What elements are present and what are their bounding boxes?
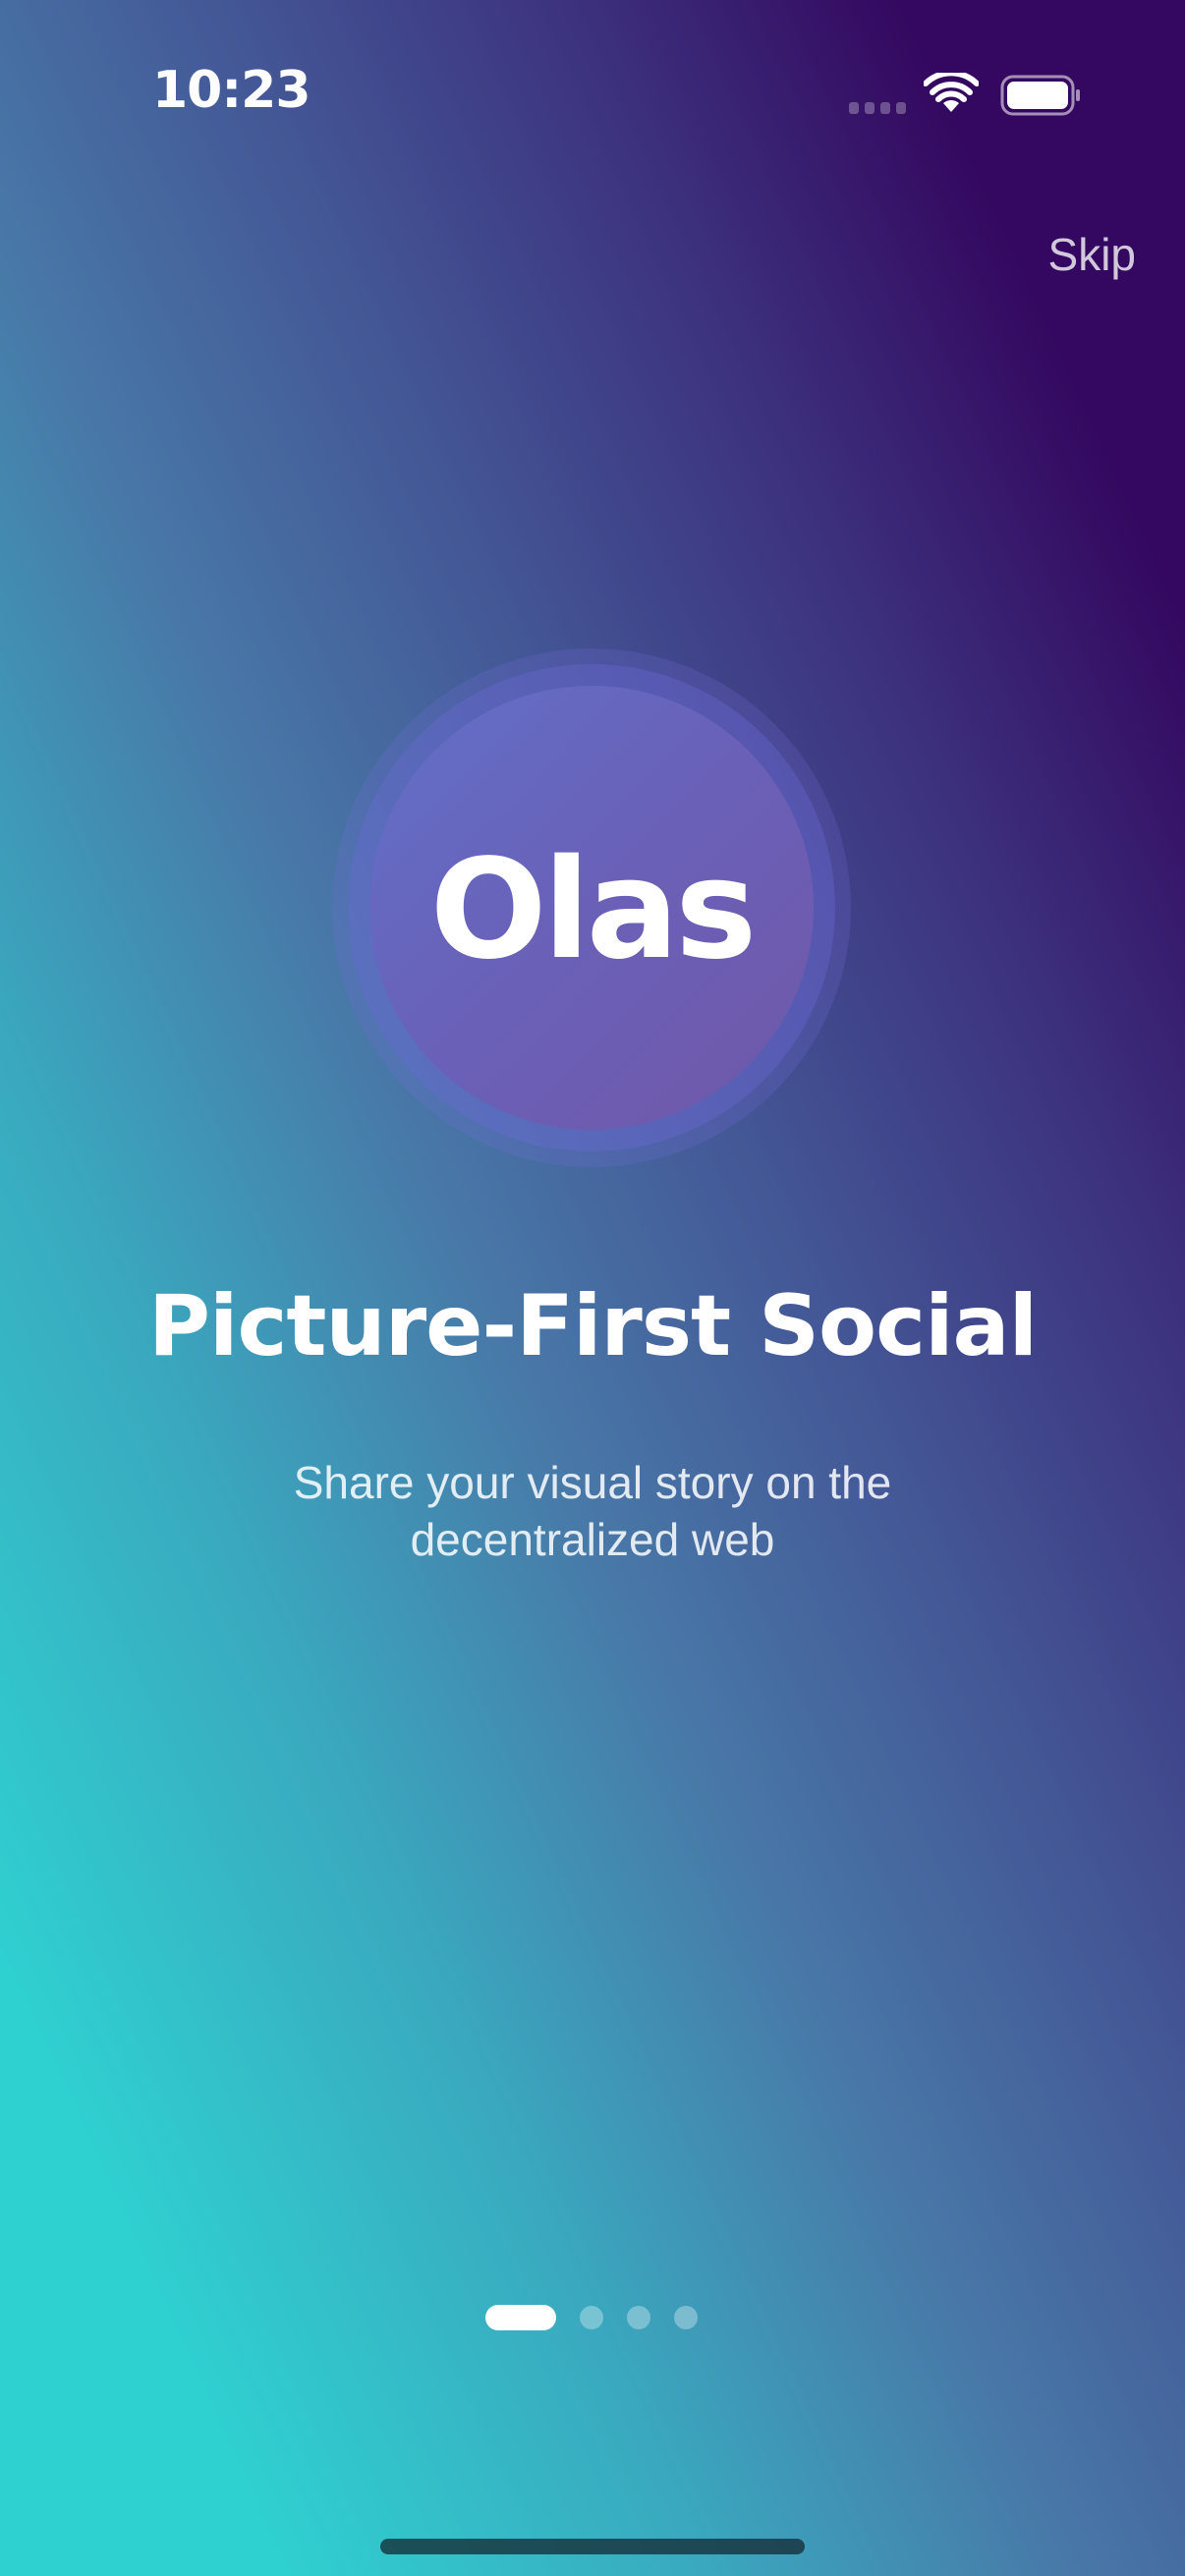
page-subtitle: Share your visual story on the decentral… xyxy=(293,1457,892,1565)
battery-icon xyxy=(1000,75,1080,116)
page-dot-active[interactable] xyxy=(485,2305,556,2330)
page-title: Picture-First Social xyxy=(147,1277,1038,1375)
home-indicator[interactable] xyxy=(380,2539,805,2554)
page-dot[interactable] xyxy=(627,2306,650,2329)
page-dot[interactable] xyxy=(580,2306,603,2329)
signal-icon xyxy=(849,102,906,114)
page-dot[interactable] xyxy=(674,2306,698,2329)
status-bar: 10:23 xyxy=(0,0,1185,187)
onboarding-screen: 10:23 Skip Olas Picture-First Social Sha… xyxy=(0,0,1185,2576)
skip-button[interactable]: Skip xyxy=(1048,228,1136,281)
logo-wordmark: Olas xyxy=(429,829,758,990)
wifi-icon xyxy=(924,73,979,112)
status-time: 10:23 xyxy=(152,61,311,120)
page-indicator[interactable] xyxy=(485,2305,698,2330)
logo-circle: Olas xyxy=(369,686,814,1130)
